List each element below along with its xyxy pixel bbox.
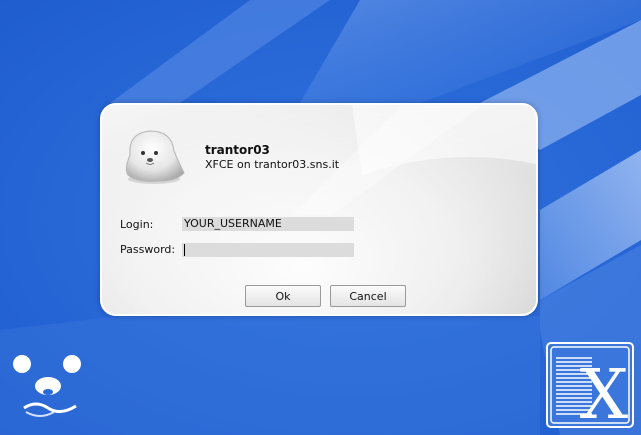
login-dialog: trantor03 XFCE on trantor03.sns.it Login…: [100, 103, 538, 316]
svg-text:X: X: [580, 356, 629, 428]
host-name: trantor03: [205, 143, 270, 157]
cancel-button[interactable]: Cancel: [330, 285, 406, 307]
ok-button[interactable]: Ok: [245, 285, 321, 307]
x-window-logo-icon: X: [546, 342, 634, 428]
password-label: Password:: [120, 243, 176, 256]
login-field[interactable]: [182, 217, 354, 231]
mouse-face-icon: [13, 355, 81, 417]
text-cursor: [184, 244, 185, 256]
session-description: XFCE on trantor03.sns.it: [205, 158, 340, 171]
seal-avatar-icon: [125, 130, 185, 184]
login-label: Login:: [120, 218, 154, 231]
password-field[interactable]: [182, 243, 354, 257]
